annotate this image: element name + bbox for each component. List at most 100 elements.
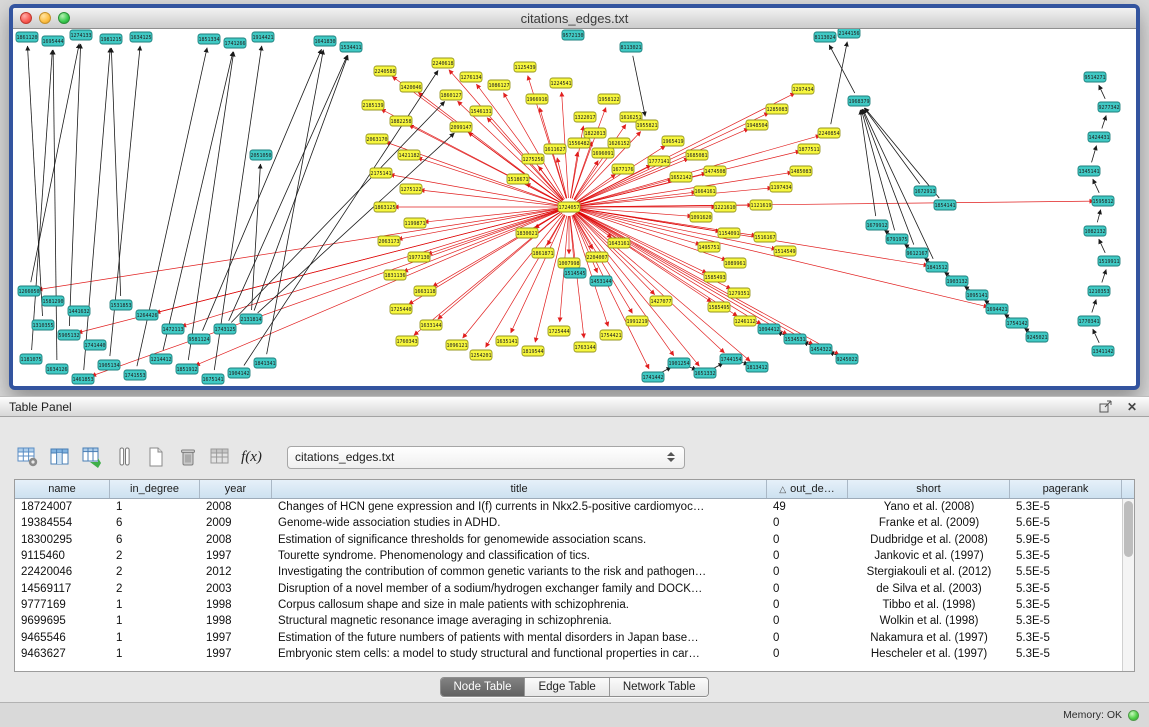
graph-node[interactable]: 1310355: [32, 320, 54, 330]
graph-node[interactable]: 1904142: [228, 368, 250, 378]
graph-edge[interactable]: [438, 213, 562, 319]
graph-node[interactable]: 1634126: [46, 364, 68, 374]
graph-node[interactable]: 1851912: [176, 364, 198, 374]
graph-node[interactable]: 1472113: [162, 324, 184, 334]
graph-edge[interactable]: [418, 158, 561, 204]
table-row[interactable]: 946554611997Estimation of the future num…: [15, 629, 1134, 645]
table-row[interactable]: 911546021997Tourette syndrome. Phenomeno…: [15, 548, 1134, 564]
graph-node[interactable]: 1322017: [574, 112, 596, 122]
column-header-pagerank[interactable]: pagerank: [1010, 480, 1122, 498]
import-table-icon[interactable]: [78, 444, 105, 470]
graph-edge[interactable]: [944, 272, 949, 276]
graph-node[interactable]: 1154091: [718, 228, 740, 238]
graph-node[interactable]: 1495751: [698, 242, 720, 252]
graph-node[interactable]: 1819544: [522, 346, 544, 356]
table-panel-header[interactable]: Table Panel ✕: [0, 396, 1149, 417]
graph-node[interactable]: 1901254: [668, 358, 690, 368]
graph-node[interactable]: 1841341: [254, 358, 276, 368]
graph-node[interactable]: 1861120: [16, 32, 38, 42]
graph-edge[interactable]: [535, 216, 567, 343]
table-row[interactable]: 1456911722003Disruption of a novel membe…: [15, 580, 1134, 596]
graph-node[interactable]: 1181075: [20, 354, 42, 364]
graph-node[interactable]: 1882258: [390, 116, 412, 126]
graph-node[interactable]: 8113024: [814, 32, 836, 42]
graph-node[interactable]: 5905132: [58, 330, 80, 340]
graph-edge[interactable]: [1004, 314, 1009, 318]
graph-node[interactable]: 1741553: [124, 370, 146, 380]
graph-node[interactable]: 1096121: [446, 340, 468, 350]
graph-node[interactable]: 1094412: [758, 324, 780, 334]
graph-node[interactable]: 1197434: [770, 182, 792, 192]
graph-edge[interactable]: [964, 286, 969, 290]
graph-edge[interactable]: [182, 210, 561, 327]
vertical-scrollbar[interactable]: [1122, 499, 1134, 671]
graph-node[interactable]: 1089961: [724, 258, 746, 268]
graph-node[interactable]: 1633144: [420, 320, 442, 330]
graph-node[interactable]: 1813412: [746, 362, 768, 372]
graph-node[interactable]: 1634125: [130, 32, 152, 42]
column-header-short[interactable]: short: [848, 480, 1010, 498]
column-header-year[interactable]: year: [200, 480, 272, 498]
graph-node[interactable]: 1968379: [848, 96, 870, 106]
graph-node[interactable]: 1763144: [574, 342, 596, 352]
delete-table-icon[interactable]: [206, 444, 233, 470]
graph-node[interactable]: 1221610: [714, 202, 736, 212]
graph-node[interactable]: 1724057: [558, 202, 580, 212]
window-titlebar[interactable]: citations_edges.txt: [13, 8, 1136, 29]
column-header-title[interactable]: title: [272, 480, 767, 498]
graph-node[interactable]: 1860127: [440, 90, 462, 100]
graph-node[interactable]: 1903132: [946, 276, 968, 286]
table-row[interactable]: 2242004622012Investigating the contribut…: [15, 564, 1134, 580]
graph-node[interactable]: 1770341: [1078, 316, 1100, 326]
graph-node[interactable]: 1275256: [522, 154, 544, 164]
graph-node[interactable]: 1741440: [84, 340, 106, 350]
graph-node[interactable]: 1965419: [662, 136, 684, 146]
graph-edge[interactable]: [1102, 116, 1106, 129]
graph-node[interactable]: 9245022: [836, 354, 858, 364]
graph-node[interactable]: 1534411: [340, 42, 362, 52]
graph-node[interactable]: 1007998: [558, 258, 580, 268]
graph-node[interactable]: 9277342: [1098, 102, 1120, 112]
graph-node[interactable]: 1611627: [544, 144, 566, 154]
graph-edge[interactable]: [577, 211, 707, 273]
table-row[interactable]: 977716911998Corpus callosum shape and si…: [15, 597, 1134, 613]
graph-node[interactable]: 1679912: [866, 220, 888, 230]
graph-node[interactable]: 1082132: [1084, 226, 1106, 236]
graph-node[interactable]: 1651332: [694, 368, 716, 378]
graph-edge[interactable]: [403, 210, 560, 271]
graph-node[interactable]: 1485083: [790, 166, 812, 176]
graph-node[interactable]: 1441632: [68, 306, 90, 316]
graph-node[interactable]: 1741442: [642, 372, 664, 382]
graph-node[interactable]: 8113021: [620, 42, 642, 52]
table-row[interactable]: 946362711997Embryonic stem cells: a mode…: [15, 646, 1134, 662]
graph-edge[interactable]: [463, 214, 564, 338]
graph-node[interactable]: 1641830: [314, 36, 336, 46]
graph-node[interactable]: 1276134: [460, 72, 482, 82]
graph-node[interactable]: 1861871: [532, 248, 554, 258]
graph-node[interactable]: 1121619: [750, 200, 772, 210]
memory-status-icon[interactable]: [1128, 710, 1139, 721]
graph-node[interactable]: 2131814: [240, 314, 262, 324]
graph-node[interactable]: 9612167: [906, 248, 928, 258]
tab-node-table[interactable]: Node Table: [441, 678, 526, 696]
graph-node[interactable]: 1264426: [136, 310, 158, 320]
graph-node[interactable]: 2240588: [374, 66, 396, 76]
graph-node[interactable]: 1626152: [608, 138, 630, 148]
graph-edge[interactable]: [188, 52, 233, 360]
graph-node[interactable]: 1754142: [1006, 318, 1028, 328]
graph-node[interactable]: 1725440: [390, 304, 412, 314]
graph-edge[interactable]: [1099, 239, 1105, 253]
graph-node[interactable]: 2204007: [586, 252, 608, 262]
graph-node[interactable]: 1991219: [626, 316, 648, 326]
graph-node[interactable]: 1966916: [526, 94, 548, 104]
graph-node[interactable]: 1297434: [792, 84, 814, 94]
graph-edge[interactable]: [861, 110, 894, 231]
graph-node[interactable]: 1518671: [507, 174, 529, 184]
graph-edge[interactable]: [884, 230, 889, 234]
graph-node[interactable]: 1914421: [252, 32, 274, 42]
graph-node[interactable]: 1977130: [408, 252, 430, 262]
graph-edge[interactable]: [414, 213, 562, 336]
graph-node[interactable]: 1274133: [70, 30, 92, 40]
graph-node[interactable]: 1341142: [1092, 346, 1114, 356]
graph-node[interactable]: 1266050: [18, 286, 40, 296]
